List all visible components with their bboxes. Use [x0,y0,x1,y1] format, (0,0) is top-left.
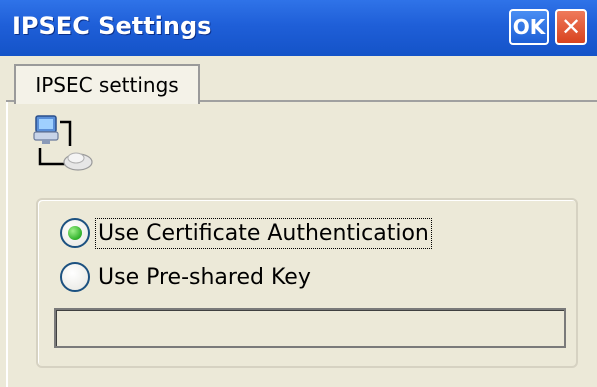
preshared-key-radio[interactable] [60,262,90,292]
ok-button[interactable]: OK [509,9,549,45]
ipsec-settings-window: IPSEC Settings OK ✕ IPSEC settings Use C… [0,0,597,387]
preshared-key-input[interactable] [54,308,566,348]
close-icon: ✕ [560,13,582,41]
close-button[interactable]: ✕ [555,9,587,45]
preshared-key-option[interactable]: Use Pre-shared Key [60,262,311,292]
cert-auth-label: Use Certificate Authentication [95,217,432,249]
tab-ipsec-settings[interactable]: IPSEC settings [14,64,200,104]
network-connection-icon [33,115,93,171]
cert-auth-radio[interactable] [60,218,90,248]
preshared-key-label: Use Pre-shared Key [98,264,311,290]
title-bar: IPSEC Settings OK ✕ [0,0,597,56]
cert-auth-option[interactable]: Use Certificate Authentication [60,217,432,249]
window-title: IPSEC Settings [12,12,212,40]
